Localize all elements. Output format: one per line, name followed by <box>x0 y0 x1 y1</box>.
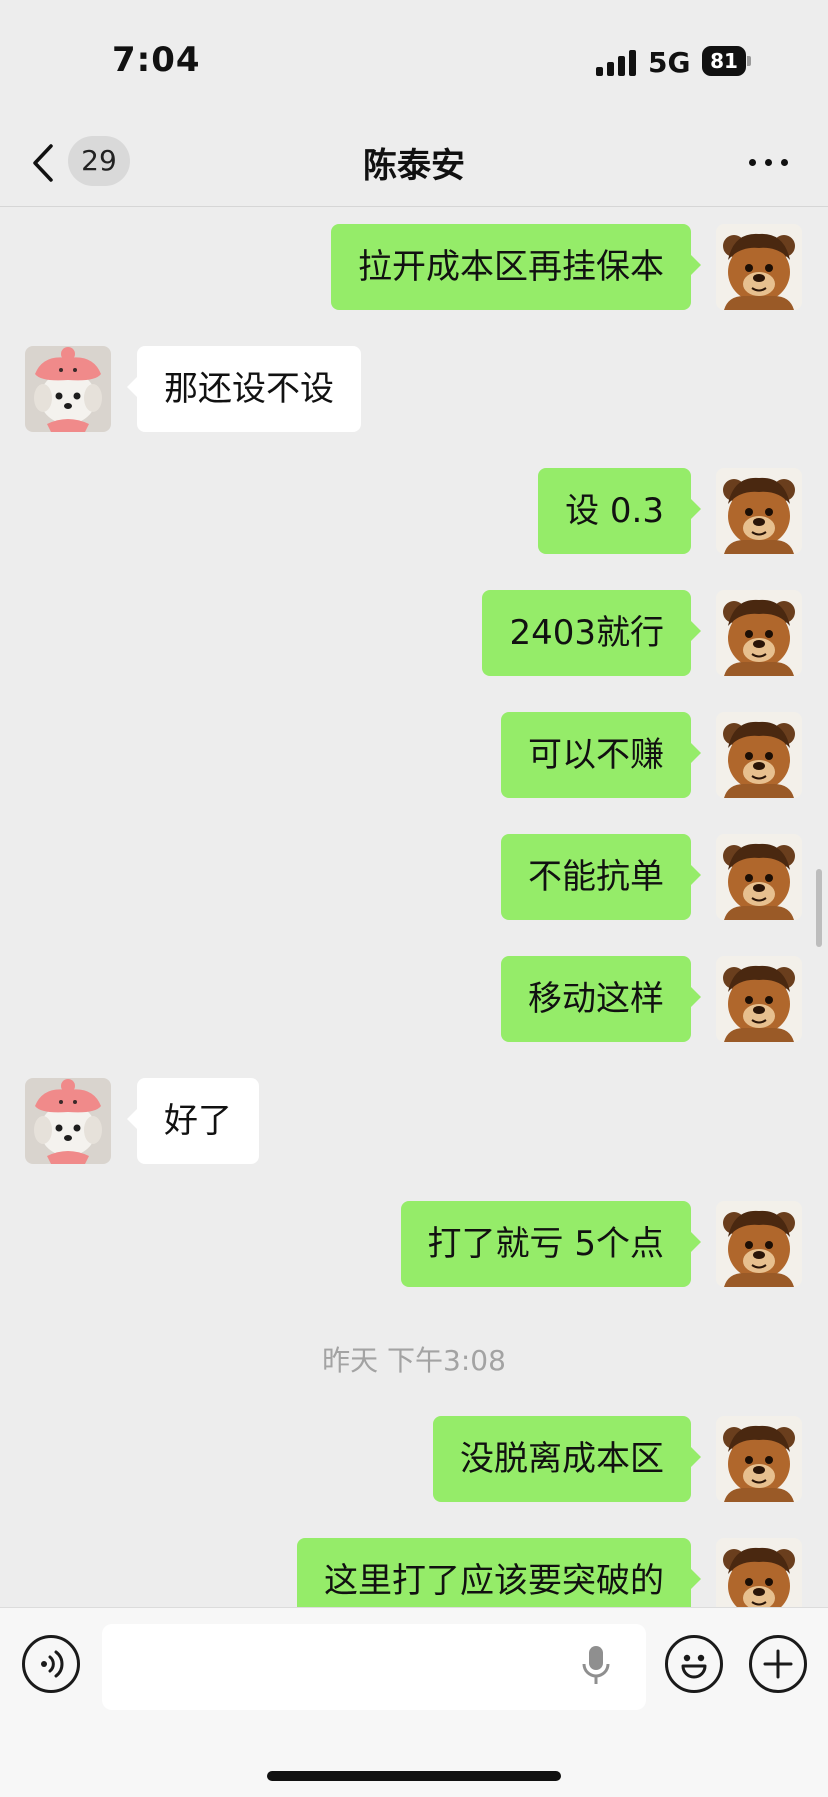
mic-icon <box>582 1646 610 1684</box>
status-time: 7:04 <box>112 40 201 80</box>
status-bar: 7:04 5G 81 <box>0 0 828 120</box>
plus-button[interactable] <box>749 1635 807 1693</box>
emoji-icon <box>681 1654 707 1679</box>
voice-icon <box>41 1650 64 1678</box>
my-avatar[interactable] <box>716 1201 802 1287</box>
message-bubble[interactable]: 移动这样 <box>501 956 701 1042</box>
my-avatar[interactable] <box>716 468 802 554</box>
input-bar <box>0 1607 828 1797</box>
contact-avatar[interactable] <box>25 1078 111 1164</box>
message-bubble[interactable]: 好了 <box>127 1078 259 1164</box>
message-bubble[interactable]: 设 0.3 <box>538 468 701 554</box>
message-row: 好了 <box>0 1078 828 1164</box>
message-row: 2403就行 <box>0 590 828 676</box>
message-timestamp: 昨天 下午3:08 <box>322 1344 506 1377</box>
message-bubble[interactable]: 那还设不设 <box>127 346 361 432</box>
message-input[interactable] <box>102 1624 646 1710</box>
scrollbar[interactable] <box>816 869 822 947</box>
my-avatar[interactable] <box>716 224 802 310</box>
message-bubble[interactable]: 可以不赚 <box>501 712 701 798</box>
battery-level: 81 <box>702 46 746 76</box>
battery-icon: 81 <box>702 46 752 76</box>
my-avatar[interactable] <box>716 1538 802 1607</box>
mic-button[interactable] <box>580 1644 612 1692</box>
voice-button[interactable] <box>22 1635 80 1693</box>
message-bubble[interactable]: 没脱离成本区 <box>433 1416 701 1502</box>
plus-icon <box>763 1649 793 1679</box>
my-avatar[interactable] <box>716 590 802 676</box>
chat-header: 29 陈泰安 <box>0 120 828 207</box>
message-bubble[interactable]: 打了就亏 5个点 <box>400 1201 702 1287</box>
message-row: 这里打了应该要突破的 <box>0 1538 828 1607</box>
my-avatar[interactable] <box>716 712 802 798</box>
message-row: 可以不赚 <box>0 712 828 798</box>
my-avatar[interactable] <box>716 956 802 1042</box>
more-icon[interactable] <box>745 142 793 182</box>
message-row: 没脱离成本区 <box>0 1416 828 1502</box>
message-bubble[interactable]: 不能抗单 <box>501 834 701 920</box>
emoji-button[interactable] <box>665 1635 723 1693</box>
message-row: 不能抗单 <box>0 834 828 920</box>
my-avatar[interactable] <box>716 1416 802 1502</box>
message-bubble[interactable]: 拉开成本区再挂保本 <box>331 224 701 310</box>
message-row: 移动这样 <box>0 956 828 1042</box>
network-type: 5G <box>648 46 691 79</box>
message-bubble[interactable]: 这里打了应该要突破的 <box>297 1538 701 1607</box>
message-row: 设 0.3 <box>0 468 828 554</box>
home-indicator[interactable] <box>267 1771 561 1781</box>
message-row: 那还设不设 <box>0 346 828 432</box>
message-list[interactable]: 拉开成本区再挂保本 那还设不设 设 0.3 2403就行 可以不赚 不能抗单 移… <box>0 207 828 1607</box>
message-bubble[interactable]: 2403就行 <box>482 590 701 676</box>
signal-icon <box>596 50 636 76</box>
message-row: 拉开成本区再挂保本 <box>0 224 828 310</box>
chat-title: 陈泰安 <box>363 146 465 186</box>
my-avatar[interactable] <box>716 834 802 920</box>
contact-avatar[interactable] <box>25 346 111 432</box>
message-row: 打了就亏 5个点 <box>0 1201 828 1287</box>
